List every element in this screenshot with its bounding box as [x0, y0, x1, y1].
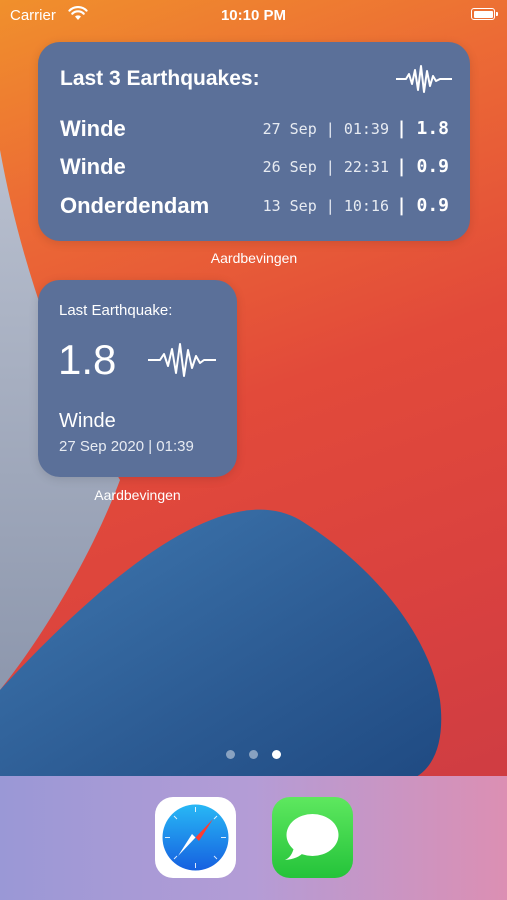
- quake-time: 10:16: [343, 197, 389, 215]
- quake-row: Winde 27 Sep | 01:39 | 1.8: [60, 116, 449, 146]
- messages-icon[interactable]: [272, 797, 353, 878]
- page-indicator[interactable]: [0, 746, 507, 764]
- separator: |: [396, 195, 407, 216]
- widget-title: Last 3 Earthquakes:: [60, 67, 260, 90]
- last-quake-datetime: 27 Sep 2020 | 01:39: [59, 438, 194, 455]
- quake-datetime: 27 Sep | 01:39: [262, 120, 389, 138]
- quake-row: Winde 26 Sep | 22:31 | 0.9: [60, 154, 449, 184]
- earthquake-widget-small[interactable]: Last Earthquake: 1.8 Winde 27 Sep 2020 |…: [38, 280, 237, 477]
- seismograph-icon: [147, 340, 217, 385]
- widget-app-label: Aardbevingen: [210, 250, 298, 266]
- page-dot-active[interactable]: [272, 750, 282, 759]
- quake-time: 01:39: [343, 120, 389, 138]
- dock: [0, 776, 507, 900]
- separator: |: [396, 156, 407, 177]
- last-quake-location: Winde: [59, 410, 116, 432]
- quake-datetime: 26 Sep | 22:31: [262, 158, 389, 176]
- last-quake-magnitude: 1.8: [58, 336, 117, 383]
- quake-datetime: 13 Sep | 10:16: [262, 197, 389, 215]
- quake-magnitude: 0.9: [416, 195, 449, 216]
- quake-magnitude: 0.9: [416, 156, 449, 177]
- quake-date: 26 Sep: [262, 158, 317, 176]
- earthquakes-widget-large[interactable]: Last 3 Earthquakes: Winde 27 Sep | 01:39…: [38, 42, 470, 241]
- battery-icon: [471, 8, 498, 20]
- quake-date: 13 Sep: [262, 197, 317, 215]
- quake-time: 22:31: [343, 158, 389, 176]
- quake-date: 27 Sep: [262, 120, 317, 138]
- quake-location: Onderdendam: [60, 193, 210, 218]
- separator: |: [396, 118, 407, 139]
- status-time: 10:10 PM: [220, 7, 287, 24]
- page-dot[interactable]: [225, 750, 235, 759]
- page-dot[interactable]: [249, 750, 258, 759]
- widget-title: Last Earthquake:: [59, 302, 173, 319]
- quake-row: Onderdendam 13 Sep | 10:16 | 0.9: [60, 193, 449, 223]
- status-bar: Carrier 10:10 PM: [0, 0, 507, 32]
- quake-location: Winde: [60, 154, 126, 179]
- safari-icon[interactable]: [155, 797, 236, 878]
- seismograph-icon: [396, 62, 452, 96]
- quake-magnitude: 1.8: [416, 118, 449, 139]
- quake-location: Winde: [60, 116, 126, 141]
- widget-app-label: Aardbevingen: [94, 487, 181, 503]
